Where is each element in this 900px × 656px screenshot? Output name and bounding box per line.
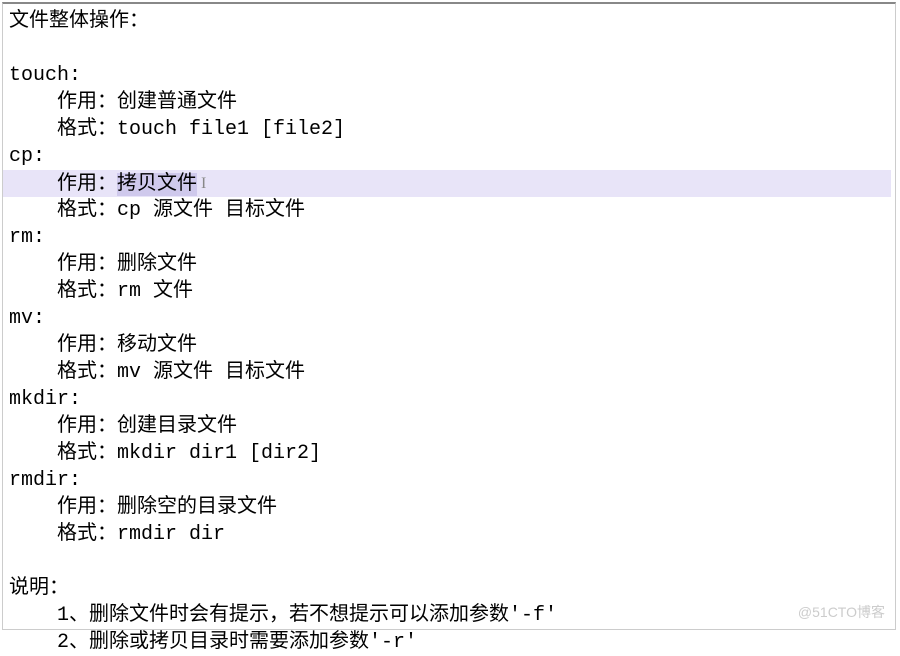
- format-text: cp 源文件 目标文件: [117, 199, 305, 222]
- note-text: 2、删除或拷贝目录时需要添加参数'-r': [57, 631, 417, 654]
- cmd-cp-format: 格式：cp 源文件 目标文件: [9, 197, 895, 224]
- format-label: 格式：: [57, 280, 117, 303]
- indent: [9, 604, 57, 627]
- indent: [9, 496, 57, 519]
- cmd-mkdir-format: 格式：mkdir dir1 [dir2]: [9, 440, 895, 467]
- cmd-mv-name: mv:: [9, 305, 895, 332]
- cmd-touch-format: 格式：touch file1 [file2]: [9, 116, 895, 143]
- purpose-text: 删除空的目录文件: [117, 496, 277, 519]
- doc-header: 文件整体操作：: [9, 8, 895, 35]
- cmd-touch-purpose: 作用：创建普通文件: [9, 89, 895, 116]
- cmd-cp-purpose[interactable]: 作用：拷贝文件 I: [3, 170, 891, 197]
- purpose-label: 作用：: [57, 334, 117, 357]
- format-text: rmdir dir: [117, 523, 225, 546]
- indent: [9, 199, 57, 222]
- purpose-label: 作用：: [57, 253, 117, 276]
- notes-item-2: 2、删除或拷贝目录时需要添加参数'-r': [9, 629, 895, 656]
- editor-viewport: 文件整体操作： touch: 作用：创建普通文件 格式：touch file1 …: [2, 2, 896, 630]
- format-label: 格式：: [57, 199, 117, 222]
- indent: [9, 118, 57, 141]
- purpose-text: 创建目录文件: [117, 415, 237, 438]
- notes-header: 说明：: [9, 575, 895, 602]
- cmd-touch-name: touch:: [9, 62, 895, 89]
- blank-line: [9, 548, 895, 575]
- text-cursor-icon: I: [201, 175, 206, 192]
- purpose-label: 作用：: [57, 415, 117, 438]
- cmd-rm-format: 格式：rm 文件: [9, 278, 895, 305]
- cmd-rm-name: rm:: [9, 224, 895, 251]
- purpose-label: 作用：: [57, 173, 117, 196]
- cmd-mkdir-name: mkdir:: [9, 386, 895, 413]
- format-text: touch file1 [file2]: [117, 118, 345, 141]
- note-text: 1、删除文件时会有提示，若不想提示可以添加参数'-f': [57, 604, 557, 627]
- blank-line: [9, 35, 895, 62]
- cmd-mv-format: 格式：mv 源文件 目标文件: [9, 359, 895, 386]
- cmd-rmdir-name: rmdir:: [9, 467, 895, 494]
- purpose-text: 创建普通文件: [117, 91, 237, 114]
- indent: [9, 415, 57, 438]
- notes-item-1: 1、删除文件时会有提示，若不想提示可以添加参数'-f': [9, 602, 895, 629]
- indent: [9, 173, 57, 196]
- purpose-text: 删除文件: [117, 253, 197, 276]
- cmd-rm-purpose: 作用：删除文件: [9, 251, 895, 278]
- cmd-mkdir-purpose: 作用：创建目录文件: [9, 413, 895, 440]
- purpose-text: 移动文件: [117, 334, 197, 357]
- cmd-rmdir-format: 格式：rmdir dir: [9, 521, 895, 548]
- purpose-label: 作用：: [57, 91, 117, 114]
- indent: [9, 361, 57, 384]
- indent: [9, 91, 57, 114]
- purpose-label: 作用：: [57, 496, 117, 519]
- indent: [9, 631, 57, 654]
- format-label: 格式：: [57, 361, 117, 384]
- indent: [9, 280, 57, 303]
- indent: [9, 523, 57, 546]
- format-label: 格式：: [57, 118, 117, 141]
- cmd-rmdir-purpose: 作用：删除空的目录文件: [9, 494, 895, 521]
- indent: [9, 442, 57, 465]
- format-label: 格式：: [57, 442, 117, 465]
- indent: [9, 334, 57, 357]
- indent: [9, 253, 57, 276]
- format-text: mkdir dir1 [dir2]: [117, 442, 321, 465]
- format-label: 格式：: [57, 523, 117, 546]
- format-text: mv 源文件 目标文件: [117, 361, 305, 384]
- selected-text[interactable]: 拷贝文件: [117, 173, 197, 196]
- watermark-text: @51CTO博客: [798, 603, 885, 623]
- cmd-mv-purpose: 作用：移动文件: [9, 332, 895, 359]
- format-text: rm 文件: [117, 280, 193, 303]
- cmd-cp-name: cp:: [9, 143, 895, 170]
